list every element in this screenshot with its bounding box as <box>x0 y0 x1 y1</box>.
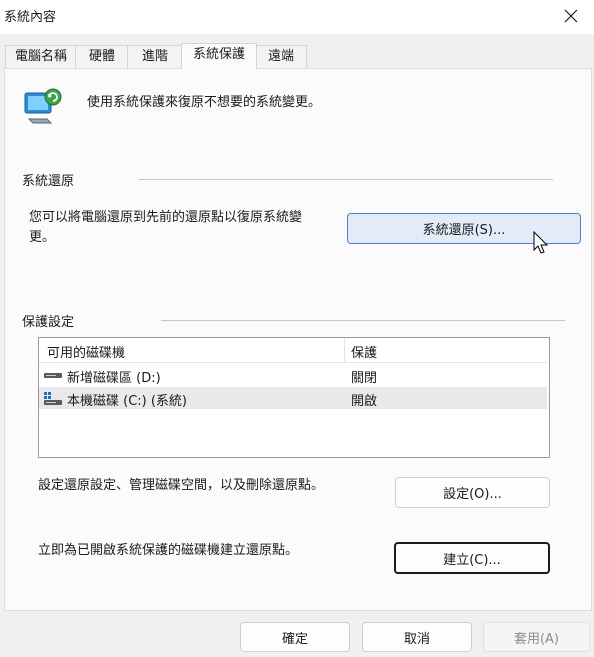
drive-row[interactable]: 本機磁碟 (C:) (系統) 開啟 <box>39 387 547 409</box>
system-restore-heading: 系統還原 <box>22 174 75 189</box>
ok-button[interactable]: 確定 <box>240 622 350 652</box>
list-header: 可用的磁碟機 保護 <box>39 338 547 363</box>
system-protection-panel: 使用系統保護來復原不想要的系統變更。 系統還原 您可以將電腦還原到先前的還原點以… <box>4 68 592 611</box>
tab-system-protection[interactable]: 系統保護 <box>181 43 257 69</box>
drive-row[interactable]: 新增磁碟區 (D:) 關閉 <box>39 364 547 386</box>
intro-text: 使用系統保護來復原不想要的系統變更。 <box>87 95 322 110</box>
tab-computer-name[interactable]: 電腦名稱 <box>5 45 77 68</box>
column-header-protection[interactable]: 保護 <box>351 342 377 361</box>
configure-button[interactable]: 設定(O)... <box>395 477 550 508</box>
tab-advanced[interactable]: 進階 <box>127 45 183 68</box>
drive-list[interactable]: 可用的磁碟機 保護 新增磁碟區 (D:) 關閉 本機磁碟 (C:) (系統) 開… <box>38 337 550 458</box>
create-button[interactable]: 建立(C)... <box>394 542 550 574</box>
restore-description-line: 更。 <box>29 230 56 245</box>
protection-settings-heading: 保護設定 <box>22 315 75 330</box>
drive-name: 本機磁碟 (C:) (系統) <box>67 394 188 409</box>
apply-button[interactable]: 套用(A) <box>483 622 590 652</box>
drive-protection-status: 開啟 <box>351 394 378 409</box>
drive-icon <box>44 373 62 378</box>
close-icon <box>564 9 578 23</box>
system-drive-icon <box>44 392 62 405</box>
configure-description: 設定還原設定、管理磁碟空間，以及刪除還原點。 <box>38 478 325 493</box>
tab-remote[interactable]: 遠端 <box>255 45 307 68</box>
create-description: 立即為已開啟系統保護的磁碟機建立還原點。 <box>38 543 299 558</box>
section-divider <box>139 179 553 180</box>
section-divider <box>161 320 565 321</box>
system-protection-icon <box>23 87 63 131</box>
column-header-drives[interactable]: 可用的磁碟機 <box>47 342 125 361</box>
cancel-button[interactable]: 取消 <box>362 622 472 652</box>
drive-protection-status: 關閉 <box>351 371 378 386</box>
window-title: 系統內容 <box>4 10 57 25</box>
title-bar: 系統內容 <box>0 0 594 34</box>
column-divider <box>344 338 345 362</box>
mouse-cursor-icon <box>533 231 549 254</box>
restore-description: 您可以將電腦還原到先前的還原點以復原系統變 更。 <box>29 208 302 248</box>
close-button[interactable] <box>548 0 594 32</box>
restore-description-line: 您可以將電腦還原到先前的還原點以復原系統變 <box>29 210 303 225</box>
tab-hardware[interactable]: 硬體 <box>75 45 129 68</box>
drive-name: 新增磁碟區 (D:) <box>67 371 161 386</box>
